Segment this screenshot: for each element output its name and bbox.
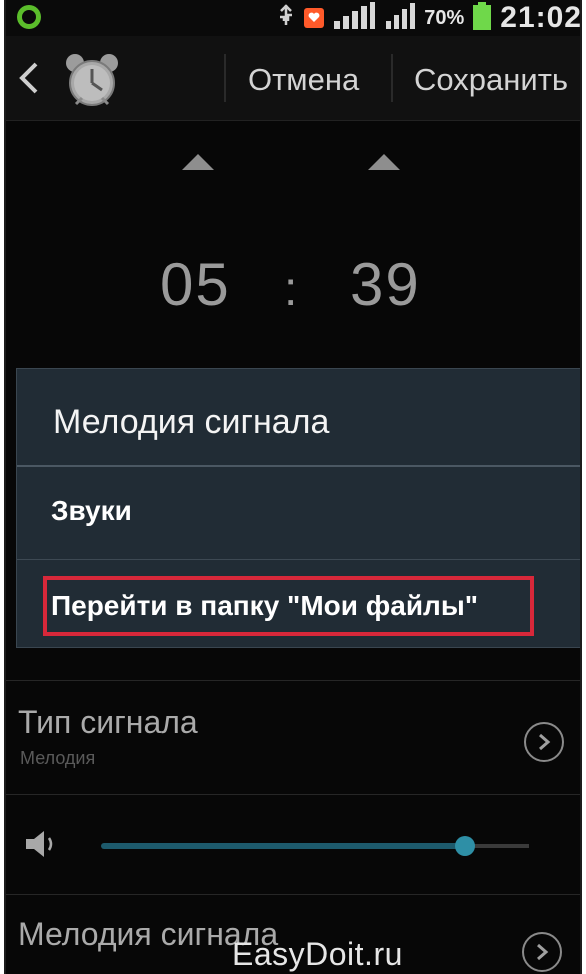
cell-signal-icon xyxy=(384,1,416,36)
settings-divider xyxy=(6,894,580,895)
dialog-divider xyxy=(17,465,580,467)
dialog-item-sounds[interactable]: Звуки xyxy=(51,495,132,527)
watermark-text: EasyDoit.ru xyxy=(232,936,403,972)
chevron-right-icon[interactable] xyxy=(524,722,564,762)
save-button[interactable]: Сохранить xyxy=(414,62,568,98)
battery-percent: 70% xyxy=(424,6,465,29)
highlight-frame xyxy=(43,576,534,636)
settings-divider xyxy=(6,680,580,681)
phone-screen: 70% 21:02 Отмена Сохранить 05: 39 Мелод… xyxy=(4,0,582,974)
action-bar: Отмена Сохранить xyxy=(6,36,580,121)
volume-slider-thumb[interactable] xyxy=(454,836,475,856)
ringtone-dialog: Мелодия сигнала Звуки Перейти в папку "М… xyxy=(16,368,580,648)
signal-type-value: Мелодия xyxy=(20,748,96,768)
speaker-icon xyxy=(24,828,64,865)
minute-increment-button[interactable] xyxy=(368,154,400,170)
back-arrow-icon[interactable] xyxy=(16,58,42,98)
hour-increment-button[interactable] xyxy=(182,154,214,170)
settings-divider xyxy=(6,794,580,795)
battery-icon xyxy=(472,1,492,36)
time-separator: : xyxy=(284,263,298,316)
alarm-clock-icon xyxy=(62,50,122,115)
dialog-title: Мелодия сигнала xyxy=(53,403,330,441)
signal-type-title[interactable]: Тип сигнала xyxy=(18,704,198,741)
chevron-right-icon[interactable] xyxy=(522,932,562,972)
cancel-button[interactable]: Отмена xyxy=(248,62,359,98)
status-time: 21:02 xyxy=(500,1,582,34)
notification-icon xyxy=(304,8,325,28)
action-separator xyxy=(391,54,393,102)
status-bar: 70% 21:02 xyxy=(6,0,580,36)
android-icon xyxy=(16,4,42,35)
hour-value[interactable]: 05 xyxy=(160,250,231,319)
action-separator xyxy=(224,54,226,102)
wifi-signal-icon xyxy=(332,1,376,36)
usb-icon xyxy=(276,3,296,34)
volume-slider[interactable] xyxy=(101,843,465,849)
minute-value[interactable]: 39 xyxy=(350,250,421,319)
dialog-divider xyxy=(17,559,580,560)
